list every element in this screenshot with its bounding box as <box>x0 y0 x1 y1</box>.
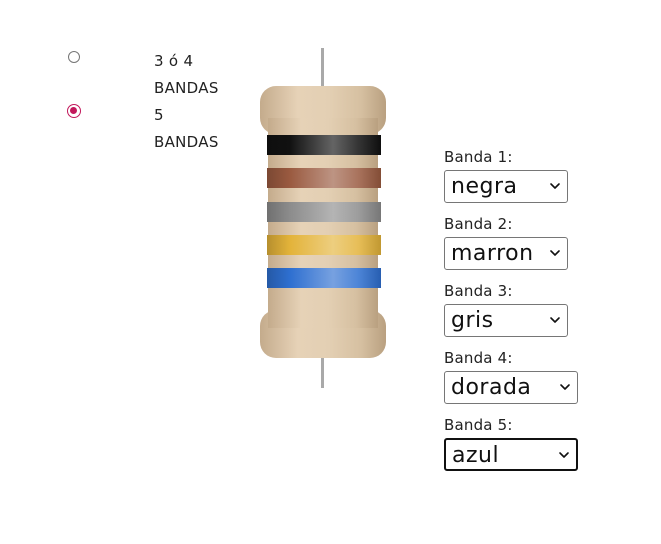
chevron-down-icon <box>550 183 560 189</box>
radio-label-5-bands: 5 BANDAS <box>154 102 244 156</box>
band-3-label: Banda 3: <box>444 282 513 300</box>
chevron-down-icon <box>550 317 560 323</box>
band-1-field: Banda 1: negra <box>444 148 568 203</box>
band-3-field: Banda 3: gris <box>444 282 568 337</box>
resistor-lead-bottom <box>321 354 324 388</box>
band-5-select-value: azul <box>452 443 500 468</box>
band-1-select[interactable]: negra <box>444 170 568 203</box>
band-2-select[interactable]: marron <box>444 237 568 270</box>
band-2-label: Banda 2: <box>444 215 513 233</box>
radio-button-3-4-bands[interactable] <box>68 51 80 63</box>
radio-label-3-4-bands: 3 ó 4 BANDAS <box>154 48 244 102</box>
resistor-lead-top <box>321 48 324 88</box>
resistor-calculator: 3 ó 4 BANDAS 5 BANDAS Banda 1: negra Ban… <box>0 0 661 544</box>
radio-label-line1: 5 <box>154 106 164 124</box>
chevron-down-icon <box>559 452 569 458</box>
resistor-band-4 <box>267 235 381 255</box>
band-3-select-value: gris <box>451 308 494 333</box>
band-4-select[interactable]: dorada <box>444 371 578 404</box>
band-1-label: Banda 1: <box>444 148 513 166</box>
resistor-band-1 <box>267 135 381 155</box>
radio-label-line2: BANDAS <box>154 79 219 97</box>
resistor-band-3 <box>267 202 381 222</box>
resistor-illustration <box>260 48 386 388</box>
resistor-band-5 <box>267 268 381 288</box>
band-1-select-value: negra <box>451 174 518 199</box>
radio-label-line1: 3 ó 4 <box>154 52 194 70</box>
band-5-label: Banda 5: <box>444 416 513 434</box>
radio-label-line2: BANDAS <box>154 133 219 151</box>
radio-button-5-bands[interactable] <box>67 104 81 118</box>
resistor-band-2 <box>267 168 381 188</box>
band-5-select[interactable]: azul <box>444 438 578 471</box>
band-3-select[interactable]: gris <box>444 304 568 337</box>
band-5-field: Banda 5: azul <box>444 416 578 471</box>
band-4-field: Banda 4: dorada <box>444 349 578 404</box>
band-4-label: Banda 4: <box>444 349 513 367</box>
band-2-select-value: marron <box>451 241 534 266</box>
band-2-field: Banda 2: marron <box>444 215 568 270</box>
band-4-select-value: dorada <box>451 375 532 400</box>
chevron-down-icon <box>550 250 560 256</box>
chevron-down-icon <box>560 384 570 390</box>
